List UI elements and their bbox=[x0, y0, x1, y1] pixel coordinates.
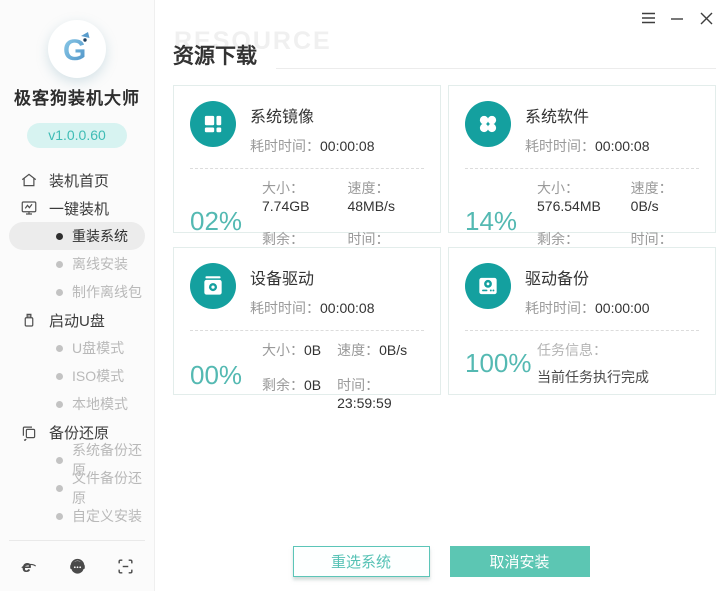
sidebar-item-label: 制作离线包 bbox=[72, 282, 142, 302]
drive-backup-icon bbox=[465, 263, 511, 309]
sidebar-item-label: 离线安装 bbox=[72, 254, 128, 274]
sidebar-item-usb-mode[interactable]: U盘模式 bbox=[9, 334, 145, 362]
card-title: 系统镜像 bbox=[250, 103, 375, 127]
bullet-icon bbox=[56, 485, 63, 492]
minimize-icon[interactable] bbox=[669, 10, 685, 26]
sidebar-item-offline-install[interactable]: 离线安装 bbox=[9, 250, 145, 278]
sidebar-item-reinstall-system[interactable]: 重装系统 bbox=[9, 222, 145, 250]
qr-scan-icon[interactable] bbox=[116, 557, 135, 576]
sidebar-item-label: 文件备份还原 bbox=[72, 468, 145, 508]
app-window: G 极客狗装机大师 v1.0.0.60 装机首页 一键装机 bbox=[0, 0, 726, 591]
stat-speed: 速度：0B/s bbox=[631, 178, 699, 214]
sidebar-item-iso-mode[interactable]: ISO模式 bbox=[9, 362, 145, 390]
customer-service-icon[interactable] bbox=[68, 557, 87, 576]
sidebar-item-label: U盘模式 bbox=[72, 338, 124, 358]
task-info: 任务信息： 当前任务执行完成 bbox=[537, 340, 649, 387]
device-gear-icon bbox=[190, 263, 236, 309]
backup-restore-icon bbox=[20, 423, 38, 441]
progress-percent: 100% bbox=[465, 348, 529, 379]
bullet-icon bbox=[56, 261, 63, 268]
title-underline bbox=[276, 68, 716, 69]
sidebar-item-file-backup-restore[interactable]: 文件备份还原 bbox=[9, 474, 145, 502]
cancel-install-button[interactable]: 取消安装 bbox=[450, 546, 590, 577]
card-system-software: 系统软件 耗时时间：00:00:08 14% 大小：576.54MB 速度：0B… bbox=[448, 85, 716, 233]
sidebar-footer: e bbox=[0, 541, 154, 591]
card-device-driver: 设备驱动 耗时时间：00:00:08 00% 大小：0B 速度：0B/s 剩余：… bbox=[173, 247, 441, 395]
sidebar-item-label: 装机首页 bbox=[49, 170, 109, 191]
home-icon bbox=[20, 171, 38, 189]
task-info-label: 任务信息： bbox=[537, 340, 649, 360]
monitor-chart-icon bbox=[20, 199, 38, 217]
stat-remaining: 剩余：0B bbox=[262, 375, 321, 411]
close-icon[interactable] bbox=[698, 10, 714, 26]
card-title: 驱动备份 bbox=[525, 265, 650, 289]
bullet-icon bbox=[56, 457, 63, 464]
bullet-icon bbox=[56, 513, 63, 520]
logo-g-icon: G bbox=[57, 29, 97, 69]
page-title: 资源下载 bbox=[173, 40, 257, 70]
usb-drive-icon bbox=[20, 311, 38, 329]
sidebar-menu: 装机首页 一键装机 重装系统 离线安装 制作离线包 bbox=[0, 166, 154, 530]
card-divider bbox=[465, 168, 699, 169]
card-title: 设备驱动 bbox=[250, 265, 375, 289]
windows-grid-icon bbox=[190, 101, 236, 147]
card-stats: 大小：0B 速度：0B/s 剩余：0B 时间：23:59:59 bbox=[262, 340, 424, 411]
task-status: 当前任务执行完成 bbox=[537, 367, 649, 387]
sidebar-item-local-mode[interactable]: 本地模式 bbox=[9, 390, 145, 418]
footer-buttons: 重选系统 取消安装 bbox=[156, 546, 726, 577]
sidebar-item-label: 重装系统 bbox=[72, 226, 128, 246]
app-name: 极客狗装机大师 bbox=[0, 84, 154, 109]
card-divider bbox=[465, 330, 699, 331]
card-divider bbox=[190, 330, 424, 331]
sidebar: G 极客狗装机大师 v1.0.0.60 装机首页 一键装机 bbox=[0, 0, 155, 591]
sidebar-item-label: 启动U盘 bbox=[49, 310, 105, 331]
bullet-icon bbox=[56, 345, 63, 352]
app-logo: G bbox=[48, 20, 106, 78]
card-system-image: 系统镜像 耗时时间：00:00:08 02% 大小：7.74GB 速度：48MB… bbox=[173, 85, 441, 233]
progress-percent: 14% bbox=[465, 206, 529, 237]
bullet-icon bbox=[56, 289, 63, 296]
svg-text:G: G bbox=[63, 34, 86, 67]
stat-size: 大小：0B bbox=[262, 340, 321, 360]
sidebar-item-one-key-install[interactable]: 一键装机 bbox=[0, 194, 154, 222]
sidebar-item-boot-usb[interactable]: 启动U盘 bbox=[0, 306, 154, 334]
stat-speed: 速度：48MB/s bbox=[347, 178, 424, 214]
version-badge: v1.0.0.60 bbox=[27, 123, 127, 148]
app-clover-icon bbox=[465, 101, 511, 147]
stat-speed: 速度：0B/s bbox=[337, 340, 424, 360]
elapsed-time: 耗时时间：00:00:08 bbox=[250, 298, 375, 318]
progress-percent: 00% bbox=[190, 360, 254, 391]
reselect-system-button[interactable]: 重选系统 bbox=[293, 546, 430, 577]
stat-size: 大小：7.74GB bbox=[262, 178, 331, 214]
elapsed-time: 耗时时间：00:00:08 bbox=[250, 136, 375, 156]
bullet-icon bbox=[56, 373, 63, 380]
sidebar-item-home[interactable]: 装机首页 bbox=[0, 166, 154, 194]
sidebar-item-custom-install[interactable]: 自定义安装 bbox=[9, 502, 145, 530]
elapsed-time: 耗时时间：00:00:00 bbox=[525, 298, 650, 318]
menu-icon[interactable] bbox=[640, 10, 656, 26]
elapsed-time: 耗时时间：00:00:08 bbox=[525, 136, 650, 156]
card-driver-backup: 驱动备份 耗时时间：00:00:00 100% 任务信息： 当前任务执行完成 bbox=[448, 247, 716, 395]
sidebar-item-make-offline-pack[interactable]: 制作离线包 bbox=[9, 278, 145, 306]
sidebar-item-label: 一键装机 bbox=[49, 198, 109, 219]
bullet-icon bbox=[56, 401, 63, 408]
download-cards: 系统镜像 耗时时间：00:00:08 02% 大小：7.74GB 速度：48MB… bbox=[173, 85, 716, 395]
bullet-icon bbox=[56, 233, 63, 240]
main-content: RESOURCE 资源下载 系统镜像 耗时时间：00:00:08 bbox=[156, 0, 726, 591]
ie-browser-icon[interactable]: e bbox=[19, 557, 38, 576]
sidebar-item-label: 本地模式 bbox=[72, 394, 128, 414]
card-title: 系统软件 bbox=[525, 103, 650, 127]
sidebar-item-label: 自定义安装 bbox=[72, 506, 142, 526]
sidebar-item-label: ISO模式 bbox=[72, 366, 124, 386]
stat-size: 大小：576.54MB bbox=[537, 178, 615, 214]
window-controls bbox=[640, 10, 714, 26]
page-header: RESOURCE 资源下载 bbox=[173, 38, 716, 72]
card-divider bbox=[190, 168, 424, 169]
progress-percent: 02% bbox=[190, 206, 254, 237]
stat-time: 时间：23:59:59 bbox=[337, 375, 424, 411]
